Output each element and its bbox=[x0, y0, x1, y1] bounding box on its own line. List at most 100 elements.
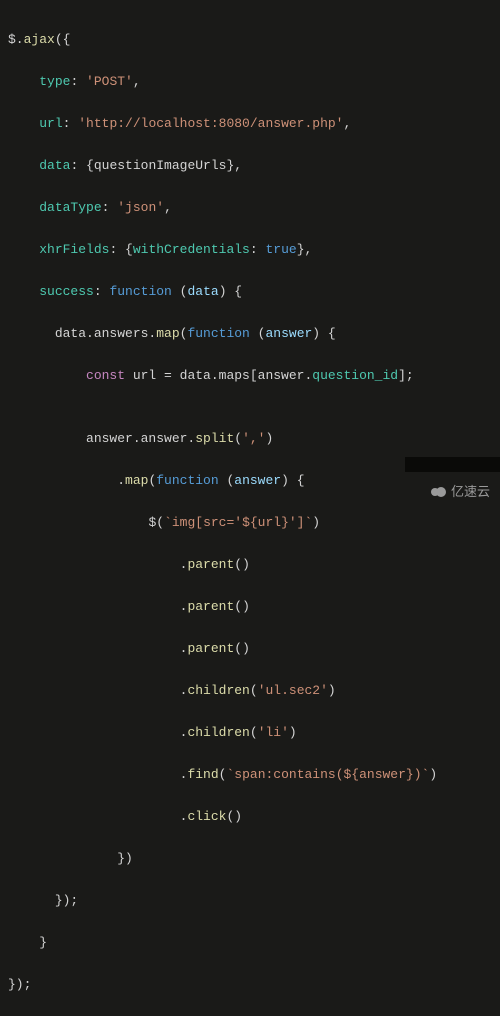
code-line: }) bbox=[8, 848, 500, 869]
method-token: map bbox=[156, 326, 179, 341]
code-line: .parent() bbox=[8, 554, 500, 575]
method-token: click bbox=[187, 809, 226, 824]
punct-token: () bbox=[234, 557, 250, 572]
var-token: questionImageUrls bbox=[94, 158, 227, 173]
code-line: $(`img[src='${url}']`) bbox=[8, 512, 500, 533]
key-token: xhrFields bbox=[39, 242, 109, 257]
method-token: parent bbox=[187, 557, 234, 572]
code-line: url: 'http://localhost:8080/answer.php', bbox=[8, 113, 500, 134]
punct-token: ( bbox=[219, 473, 235, 488]
method-token: find bbox=[187, 767, 218, 782]
cloud-icon bbox=[429, 486, 447, 498]
jquery-token: $. bbox=[8, 32, 24, 47]
punct-token: ) { bbox=[219, 284, 242, 299]
punct-token: ) { bbox=[312, 326, 335, 341]
code-line: xhrFields: {withCredentials: true}, bbox=[8, 239, 500, 260]
punct-token: ({ bbox=[55, 32, 71, 47]
method-token: split bbox=[195, 431, 234, 446]
key-token: type bbox=[39, 74, 70, 89]
punct-token: }, bbox=[297, 242, 313, 257]
var-token: url = data.maps[answer. bbox=[125, 368, 312, 383]
punct-token: ( bbox=[156, 515, 164, 530]
punct-token: ( bbox=[219, 767, 227, 782]
punct-token: ) { bbox=[281, 473, 304, 488]
code-line: .map(function (answer) { bbox=[8, 470, 500, 491]
punct-token: ) bbox=[328, 683, 336, 698]
punct-token: ) bbox=[312, 515, 320, 530]
punct-token: : bbox=[94, 284, 110, 299]
bool-token: true bbox=[265, 242, 296, 257]
punct-token: ( bbox=[250, 326, 266, 341]
key-token: url bbox=[39, 116, 62, 131]
punct-token: }); bbox=[8, 977, 31, 992]
method-token: children bbox=[187, 683, 249, 698]
code-line: .find(`span:contains(${answer})`) bbox=[8, 764, 500, 785]
const-keyword: const bbox=[86, 368, 125, 383]
punct-token: , bbox=[133, 74, 141, 89]
string-token: 'json' bbox=[117, 200, 164, 215]
function-keyword: function bbox=[187, 326, 249, 341]
punct-token: , bbox=[164, 200, 172, 215]
key-token: dataType bbox=[39, 200, 101, 215]
key-token: data bbox=[39, 158, 70, 173]
var-token: answer.answer. bbox=[86, 431, 195, 446]
punct-token: ) bbox=[265, 431, 273, 446]
code-line: .parent() bbox=[8, 596, 500, 617]
code-line: dataType: 'json', bbox=[8, 197, 500, 218]
method-token: children bbox=[187, 725, 249, 740]
punct-token: , bbox=[343, 116, 351, 131]
code-line: .children('li') bbox=[8, 722, 500, 743]
key-token: success bbox=[39, 284, 94, 299]
string-token: 'ul.sec2' bbox=[258, 683, 328, 698]
code-line: data.answers.map(function (answer) { bbox=[8, 323, 500, 344]
code-line: } bbox=[8, 932, 500, 953]
template-string-token: `span:contains(${answer})` bbox=[226, 767, 429, 782]
punct-token: () bbox=[234, 599, 250, 614]
prop-token: withCredentials bbox=[133, 242, 250, 257]
var-token: data.answers. bbox=[55, 326, 156, 341]
code-line: data: {questionImageUrls}, bbox=[8, 155, 500, 176]
code-line: .parent() bbox=[8, 638, 500, 659]
watermark-text: 亿速云 bbox=[451, 481, 490, 502]
code-line: .click() bbox=[8, 806, 500, 827]
code-line: $.ajax({ bbox=[8, 29, 500, 50]
param-token: answer bbox=[265, 326, 312, 341]
code-line: .children('ul.sec2') bbox=[8, 680, 500, 701]
code-line: }); bbox=[8, 890, 500, 911]
punct-token: . bbox=[180, 809, 188, 824]
dark-strip bbox=[405, 457, 500, 472]
code-line: type: 'POST', bbox=[8, 71, 500, 92]
method-token: parent bbox=[187, 599, 234, 614]
punct-token: : bbox=[70, 74, 86, 89]
punct-token: () bbox=[226, 809, 242, 824]
punct-token: . bbox=[117, 473, 125, 488]
prop-token: question_id bbox=[312, 368, 398, 383]
string-token: 'http://localhost:8080/answer.php' bbox=[78, 116, 343, 131]
punct-token: . bbox=[180, 557, 188, 572]
punct-token: : { bbox=[70, 158, 93, 173]
code-line: answer.answer.split(',') bbox=[8, 428, 500, 449]
punct-token: ]; bbox=[398, 368, 414, 383]
punct-token: ( bbox=[250, 683, 258, 698]
template-string-token: `img[src='${url}']` bbox=[164, 515, 312, 530]
punct-token: . bbox=[180, 767, 188, 782]
string-token: 'POST' bbox=[86, 74, 133, 89]
punct-token: . bbox=[180, 683, 188, 698]
punct-token: }, bbox=[226, 158, 242, 173]
punct-token: }); bbox=[55, 893, 78, 908]
code-line: }); bbox=[8, 974, 500, 995]
punct-token: ) bbox=[289, 725, 297, 740]
punct-token: () bbox=[234, 641, 250, 656]
method-token: ajax bbox=[24, 32, 55, 47]
function-keyword: function bbox=[109, 284, 171, 299]
method-token: map bbox=[125, 473, 148, 488]
string-token: ',' bbox=[242, 431, 265, 446]
watermark: 亿速云 bbox=[429, 481, 490, 502]
param-token: data bbox=[187, 284, 218, 299]
code-line: const url = data.maps[answer.question_id… bbox=[8, 365, 500, 386]
method-token: parent bbox=[187, 641, 234, 656]
punct-token: } bbox=[39, 935, 47, 950]
punct-token: . bbox=[180, 725, 188, 740]
punct-token: ( bbox=[250, 725, 258, 740]
function-keyword: function bbox=[156, 473, 218, 488]
